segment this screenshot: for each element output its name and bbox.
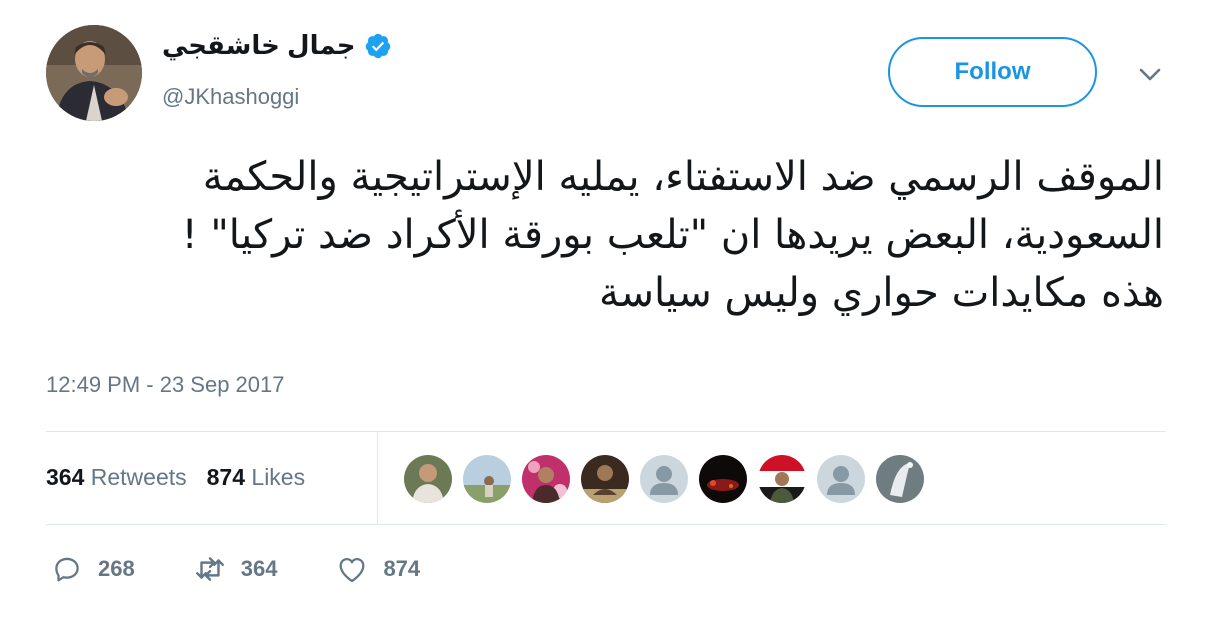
likes-stat-count: 874 xyxy=(206,464,246,490)
liker-avatar-default[interactable] xyxy=(817,455,865,503)
like-count: 874 xyxy=(383,556,421,581)
liker-avatar-default[interactable] xyxy=(640,455,688,503)
heart-icon xyxy=(339,557,365,583)
reply-count: 268 xyxy=(98,556,135,581)
verified-badge-icon xyxy=(365,33,390,58)
liker-avatar[interactable] xyxy=(404,455,452,503)
follow-button[interactable]: Follow xyxy=(888,37,1097,107)
liker-avatar[interactable] xyxy=(699,455,747,503)
divider-bottom xyxy=(46,524,1166,525)
likes-stat[interactable]: 874 Likes xyxy=(207,464,305,491)
stats-vertical-divider xyxy=(377,432,378,524)
retweets-stat-label: Retweets xyxy=(90,464,187,490)
like-button[interactable]: 874 xyxy=(335,552,420,586)
retweets-stat-count: 364 xyxy=(46,464,85,490)
profile-avatar[interactable] xyxy=(46,25,142,121)
reply-button[interactable]: 268 xyxy=(50,552,135,586)
profile-photo xyxy=(46,25,142,121)
liker-avatar[interactable] xyxy=(876,455,924,503)
retweet-icon xyxy=(195,557,224,581)
reply-icon xyxy=(55,557,79,582)
chevron-down-icon[interactable] xyxy=(1136,64,1164,86)
retweet-count: 364 xyxy=(240,556,278,581)
likes-stat-label: Likes xyxy=(251,464,306,490)
action-bar: 268 364 874 xyxy=(50,552,478,586)
liker-avatar[interactable] xyxy=(522,455,570,503)
divider-top xyxy=(46,431,1166,432)
liker-avatar[interactable] xyxy=(463,455,511,503)
display-name[interactable]: جمال خاشقجي xyxy=(162,30,392,61)
liker-avatar[interactable] xyxy=(581,455,629,503)
liker-avatar[interactable] xyxy=(758,455,806,503)
liker-avatars xyxy=(404,455,924,503)
tweet-text: الموقف الرسمي ضد الاستفتاء، يمليه الإستر… xyxy=(181,154,1164,316)
tweet-timestamp[interactable]: 12:49 PM - 23 Sep 2017 xyxy=(46,372,285,398)
retweet-button[interactable]: 364 xyxy=(193,552,278,586)
user-handle[interactable]: @JKhashoggi xyxy=(162,84,299,110)
tweet-stats: 364 Retweets 874 Likes xyxy=(46,464,305,491)
retweets-stat[interactable]: 364 Retweets xyxy=(46,464,187,491)
display-name-text[interactable]: جمال خاشقجي xyxy=(162,30,356,61)
